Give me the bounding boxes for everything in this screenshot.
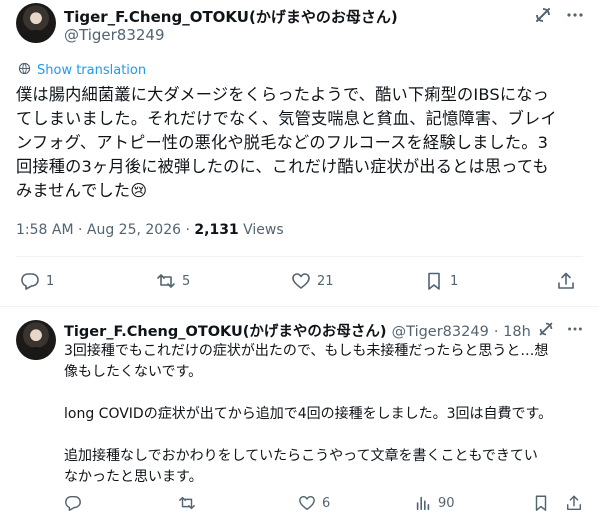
timestamp[interactable]: 1:58 AM · Aug 25, 2026 · (16, 222, 194, 238)
reply-like-button[interactable]: 6 (298, 494, 330, 512)
reply-icon (64, 494, 82, 512)
like-button[interactable]: 21 (291, 271, 334, 291)
reply-line: 追加接種なしでおかわりをしていたらこうやって文章を書くこともできてい (64, 448, 538, 464)
reply-count: 1 (46, 273, 55, 289)
share-icon (556, 271, 576, 291)
divider (16, 256, 583, 257)
repost-icon (178, 494, 196, 512)
avatar[interactable] (16, 3, 56, 43)
tweet-line: ンフォグ、アトピー性の悪化や脱毛などのフルコースを経験しました。3 (16, 133, 549, 152)
reply-button[interactable]: 1 (20, 271, 54, 291)
like-count: 21 (317, 273, 334, 289)
like-icon (298, 494, 316, 512)
tweet-line: 回接種の3ヶ月後に被弾したのに、これだけ酷い症状が出るとは思っても (16, 157, 549, 176)
reply-header: Tiger_F.Cheng_OTOKU(かげまやのお母さん) @Tiger832… (64, 320, 531, 341)
share-button[interactable] (556, 271, 576, 291)
like-icon (291, 271, 311, 291)
share-icon (565, 494, 583, 512)
reply-line: 像もしたくないです。 (64, 364, 203, 380)
views-count: 2,131 (194, 222, 239, 238)
reply-author-name[interactable]: Tiger_F.Cheng_OTOKU(かげまやのお母さん) (64, 324, 387, 340)
tweet-line: てしまいました。それだけでなく、気管支喘息と貧血、記憶障害、ブレイ (16, 109, 557, 128)
repost-count: 5 (182, 273, 191, 289)
grok-slash-icon[interactable] (533, 5, 553, 29)
tweet-line: 僕は腸内細菌叢に大ダメージをくらったようで、酷い下痢型のIBSになっ (16, 85, 550, 104)
reply-line (64, 383, 584, 404)
reply-repost-button[interactable] (178, 494, 202, 512)
grok-slash-icon[interactable] (537, 320, 555, 342)
reply-bookmark-button[interactable] (532, 494, 550, 512)
reply-views-count: 90 (438, 495, 455, 511)
repost-button[interactable]: 5 (156, 271, 190, 291)
translate-icon (18, 62, 31, 79)
reply-share-button[interactable] (565, 494, 583, 512)
reply-line: なかったと思います。 (64, 469, 203, 485)
repost-icon (156, 271, 176, 291)
tweet-meta: 1:58 AM · Aug 25, 2026 · 2,131 Views (16, 222, 284, 238)
show-translation-link[interactable]: Show translation (18, 62, 146, 79)
views-label: Views (238, 222, 284, 238)
bookmark-count: 1 (450, 273, 459, 289)
views-icon (414, 494, 432, 512)
author-handle[interactable]: @Tiger83249 (64, 26, 165, 44)
more-icon[interactable] (566, 320, 584, 342)
reply-reply-button[interactable] (64, 494, 88, 512)
reply-author-handle[interactable]: @Tiger83249 (392, 324, 489, 340)
author-display-name[interactable]: Tiger_F.Cheng_OTOKU(かげまやのお母さん) (64, 6, 398, 27)
tweet-line-last: みませんでした😢 (16, 179, 586, 203)
reply-line: 3回接種でもこれだけの症状が出たので、もしも未接種だったらと思うと…想 (64, 343, 549, 359)
bookmark-icon (532, 494, 550, 512)
more-icon[interactable] (565, 5, 585, 29)
show-translation-label[interactable]: Show translation (37, 63, 146, 78)
bookmark-button[interactable]: 1 (424, 271, 458, 291)
tweet-line: みませんでした (16, 181, 131, 200)
bookmark-icon (424, 271, 444, 291)
reply-line: long COVIDの症状が出てから追加で4回の接種をしました。3回は自費です。 (64, 406, 553, 422)
reply-like-count: 6 (322, 495, 331, 511)
divider (0, 306, 599, 307)
crying-emoji: 😢 (130, 181, 148, 200)
reply-line (64, 425, 584, 446)
reply-body: 3回接種でもこれだけの症状が出たので、もしも未接種だったらと思うと…想 像もした… (64, 341, 584, 488)
reply-avatar[interactable] (16, 320, 56, 360)
tweet-body: 僕は腸内細菌叢に大ダメージをくらったようで、酷い下痢型のIBSになっ てしまいま… (16, 83, 586, 203)
reply-views-button[interactable]: 90 (414, 494, 455, 512)
reply-time[interactable]: · 18h (494, 324, 531, 340)
reply-icon (20, 271, 40, 291)
